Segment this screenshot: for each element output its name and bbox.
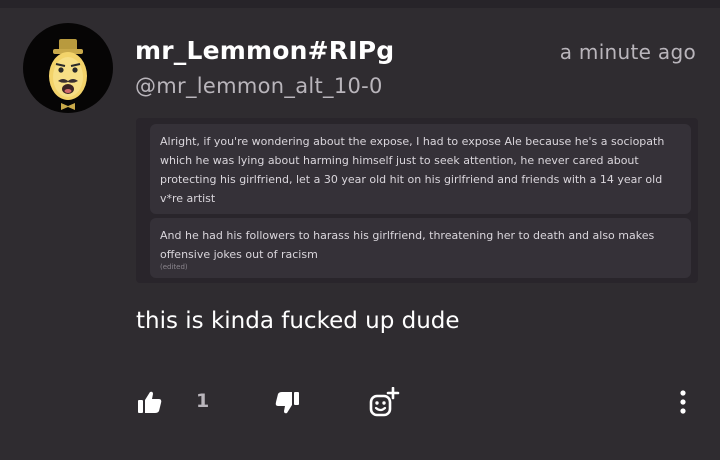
quoted-message: Alright, if you're wondering about the e…: [150, 124, 691, 214]
edited-label: (edited): [160, 263, 188, 271]
quoted-message: And he had his followers to harass his g…: [150, 218, 691, 278]
quoted-message-text: Alright, if you're wondering about the e…: [160, 135, 665, 205]
lemon-avatar-icon: [49, 39, 87, 110]
top-edge: [0, 0, 720, 8]
author-name[interactable]: mr_Lemmon#RIPg: [135, 36, 394, 65]
like-count: 1: [196, 390, 210, 412]
thumbs-down-icon[interactable]: [275, 392, 299, 414]
author-handle[interactable]: @mr_lemmon_alt_10-0: [135, 74, 383, 98]
add-emoji-icon[interactable]: [368, 387, 400, 419]
post-body: this is kinda fucked up dude: [136, 308, 460, 334]
more-vertical-icon[interactable]: [679, 390, 687, 414]
thumbs-up-icon[interactable]: [138, 391, 162, 413]
quoted-screenshot[interactable]: Alright, if you're wondering about the e…: [136, 118, 698, 283]
post-timestamp: a minute ago: [559, 40, 696, 64]
avatar[interactable]: [23, 23, 113, 113]
quoted-message-text: And he had his followers to harass his g…: [160, 229, 655, 261]
